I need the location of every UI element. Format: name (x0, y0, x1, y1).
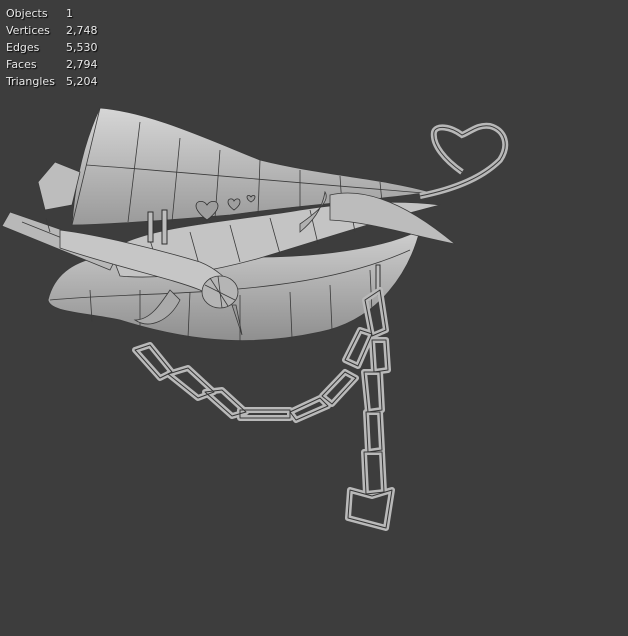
stat-label: Objects (6, 7, 48, 20)
stat-value: 2,748 (66, 24, 98, 37)
stat-label: Faces (6, 58, 37, 71)
stat-row-edges: Edges 5,530 (6, 39, 98, 56)
stat-row-faces: Faces 2,794 (6, 56, 98, 73)
stat-label: Vertices (6, 24, 50, 37)
stat-value: 5,204 (66, 75, 98, 88)
mesh-model (1, 107, 509, 531)
stat-row-vertices: Vertices 2,748 (6, 22, 98, 39)
stat-label: Edges (6, 41, 40, 54)
stat-value: 5,530 (66, 41, 98, 54)
stat-label: Triangles (6, 75, 55, 88)
heart-tail (419, 122, 509, 199)
stat-value: 2,794 (66, 58, 98, 71)
scene-statistics-overlay: Objects 1 Vertices 2,748 Edges 5,530 Fac… (6, 5, 98, 90)
stat-value: 1 (66, 7, 73, 20)
stat-row-triangles: Triangles 5,204 (6, 73, 98, 90)
stat-row-objects: Objects 1 (6, 5, 98, 22)
3d-viewport[interactable]: Objects 1 Vertices 2,748 Edges 5,530 Fac… (0, 0, 628, 632)
